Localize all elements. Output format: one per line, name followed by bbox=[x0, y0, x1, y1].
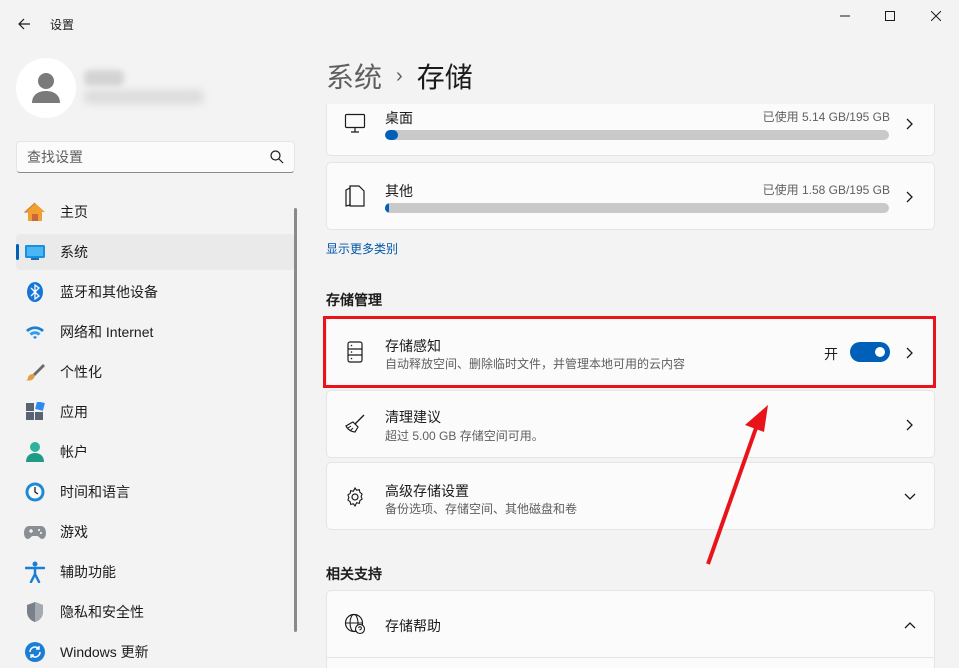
section-title-related-support: 相关支持 bbox=[326, 566, 382, 582]
cleanup-title: 清理建议 bbox=[385, 409, 441, 425]
usage-bar bbox=[385, 130, 889, 140]
title-bar: 设置 bbox=[0, 0, 959, 48]
sidebar-item-label: 网络和 Internet bbox=[60, 324, 154, 340]
breadcrumb-parent[interactable]: 系统 bbox=[326, 56, 382, 96]
storage-category-other[interactable]: 其他 已使用 1.58 GB/195 GB bbox=[326, 162, 935, 230]
chevron-right-icon bbox=[904, 191, 916, 203]
show-more-categories-link[interactable]: 显示更多类别 bbox=[326, 240, 398, 257]
maximize-icon[interactable] bbox=[867, 0, 913, 32]
chevron-up-icon[interactable] bbox=[904, 619, 916, 631]
close-icon[interactable] bbox=[913, 0, 959, 32]
sidebar-item-label: 个性化 bbox=[60, 364, 102, 380]
sidebar-scrollbar[interactable] bbox=[294, 208, 297, 632]
sidebar-item-system[interactable]: 系统 bbox=[16, 234, 295, 270]
bluetooth-icon bbox=[24, 281, 46, 303]
search-input[interactable] bbox=[17, 142, 257, 172]
wifi-icon bbox=[24, 321, 46, 343]
usage-bar-fill bbox=[385, 130, 398, 140]
breadcrumb-separator: › bbox=[396, 64, 403, 87]
shield-icon bbox=[24, 601, 46, 623]
back-arrow-icon[interactable] bbox=[8, 8, 40, 40]
home-icon bbox=[24, 201, 46, 223]
sidebar-item-label: 蓝牙和其他设备 bbox=[60, 284, 158, 300]
sidebar-item-label: 游戏 bbox=[60, 524, 88, 540]
sidebar-item-network[interactable]: 网络和 Internet bbox=[16, 314, 295, 350]
sidebar-item-windows-update[interactable]: Windows 更新 bbox=[16, 634, 295, 668]
sidebar-item-bluetooth[interactable]: 蓝牙和其他设备 bbox=[16, 274, 295, 310]
storage-help-card[interactable]: 存储帮助 bbox=[326, 590, 935, 668]
storage-category-desktop[interactable]: 桌面 已使用 5.14 GB/195 GB bbox=[326, 104, 935, 156]
advanced-title: 高级存储设置 bbox=[385, 483, 469, 499]
page-title: 存储 bbox=[416, 62, 473, 93]
sidebar-item-label: 辅助功能 bbox=[60, 564, 116, 580]
search-box[interactable] bbox=[16, 141, 295, 173]
sidebar-item-accounts[interactable]: 帐户 bbox=[16, 434, 295, 470]
chevron-down-icon[interactable] bbox=[904, 491, 916, 503]
profile-info-blurred bbox=[84, 70, 204, 108]
usage-bar-fill bbox=[385, 203, 389, 213]
other-files-icon bbox=[344, 185, 366, 207]
globe-help-icon bbox=[344, 613, 366, 635]
broom-icon bbox=[344, 413, 366, 435]
advanced-subtitle: 备份选项、存储空间、其他磁盘和卷 bbox=[385, 502, 578, 516]
category-usage: 已使用 5.14 GB/195 GB bbox=[762, 110, 890, 124]
section-title-storage-management: 存储管理 bbox=[326, 292, 382, 308]
usage-bar bbox=[385, 203, 889, 213]
sidebar-item-accessibility[interactable]: 辅助功能 bbox=[16, 554, 295, 590]
clock-globe-icon bbox=[24, 481, 46, 503]
sidebar-item-time-language[interactable]: 时间和语言 bbox=[16, 474, 295, 510]
account-icon bbox=[24, 441, 46, 463]
gear-icon bbox=[344, 486, 366, 508]
cleanup-recommendations-card[interactable]: 清理建议 超过 5.00 GB 存储空间可用。 bbox=[326, 390, 935, 458]
category-usage: 已使用 1.58 GB/195 GB bbox=[762, 183, 890, 197]
advanced-storage-settings-card[interactable]: 高级存储设置 备份选项、存储空间、其他磁盘和卷 bbox=[326, 462, 935, 530]
chevron-right-icon bbox=[904, 419, 916, 431]
sidebar-item-label: 主页 bbox=[60, 204, 88, 220]
monitor-icon bbox=[344, 112, 366, 134]
sidebar-nav: 主页 系统 蓝牙和其他设备 网络和 Internet 个性化 应用 帐户 时间和… bbox=[16, 194, 295, 668]
app-title: 设置 bbox=[50, 18, 75, 32]
sidebar-item-label: 隐私和安全性 bbox=[60, 604, 144, 620]
avatar[interactable] bbox=[16, 58, 76, 118]
accessibility-icon bbox=[24, 561, 46, 583]
apps-icon bbox=[24, 401, 46, 423]
divider bbox=[327, 657, 934, 658]
sidebar-item-apps[interactable]: 应用 bbox=[16, 394, 295, 430]
category-name: 桌面 bbox=[385, 110, 413, 126]
minimize-icon[interactable] bbox=[822, 0, 868, 32]
sidebar-item-label: 时间和语言 bbox=[60, 484, 130, 500]
brush-icon bbox=[24, 361, 46, 383]
chevron-right-icon bbox=[904, 118, 916, 130]
sidebar-item-label: 帐户 bbox=[60, 444, 88, 460]
sidebar-item-privacy[interactable]: 隐私和安全性 bbox=[16, 594, 295, 630]
storage-help-title: 存储帮助 bbox=[385, 618, 441, 634]
sidebar-item-home[interactable]: 主页 bbox=[16, 194, 295, 230]
sidebar-item-label: 系统 bbox=[60, 244, 88, 260]
sidebar-item-gaming[interactable]: 游戏 bbox=[16, 514, 295, 550]
system-icon bbox=[24, 241, 46, 263]
sidebar-item-personalization[interactable]: 个性化 bbox=[16, 354, 295, 390]
sidebar-item-label: 应用 bbox=[60, 404, 88, 420]
update-icon bbox=[24, 641, 46, 663]
category-name: 其他 bbox=[385, 183, 413, 199]
annotation-highlight-box bbox=[323, 316, 936, 388]
user-icon bbox=[32, 73, 60, 103]
gamepad-icon bbox=[24, 521, 46, 543]
search-icon[interactable] bbox=[270, 150, 284, 164]
breadcrumb: 系统 › 存储 bbox=[326, 56, 473, 96]
cleanup-subtitle: 超过 5.00 GB 存储空间可用。 bbox=[385, 429, 544, 443]
sidebar-item-label: Windows 更新 bbox=[60, 644, 149, 660]
